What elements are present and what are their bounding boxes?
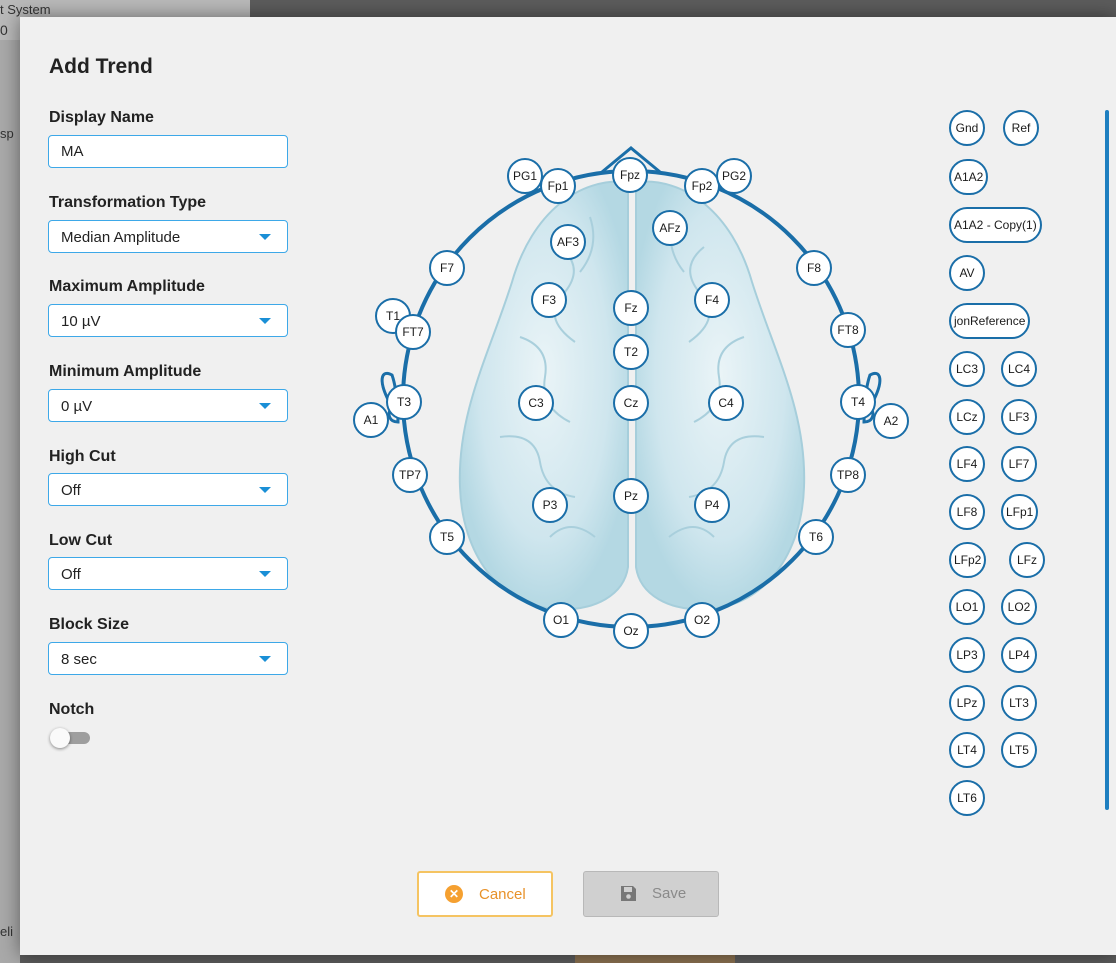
reference-item[interactable]: A1A2 - Copy(1) [949,207,1042,243]
reference-item[interactable]: jonReference [949,303,1031,339]
electrode-t5[interactable]: T5 [429,519,465,555]
electrode-cz[interactable]: Cz [613,385,649,421]
electrode-c4[interactable]: C4 [708,385,744,421]
save-icon [621,886,636,901]
reference-item[interactable]: LT3 [1001,685,1037,721]
electrode-o2[interactable]: O2 [684,602,720,638]
electrode-t3[interactable]: T3 [386,384,422,420]
background-title-text: t System [0,2,51,17]
reference-item[interactable]: LCz [949,399,985,435]
add-trend-dialog: Add Trend Display Name Transformation Ty… [20,17,1116,955]
reference-item[interactable]: LFz [1009,542,1045,578]
electrode-oz[interactable]: Oz [613,613,649,649]
reference-item[interactable]: Gnd [949,110,985,146]
electrode-af3[interactable]: AF3 [550,224,586,260]
save-button[interactable]: Save [583,871,719,917]
electrode-a1[interactable]: A1 [353,402,389,438]
electrode-t2[interactable]: T2 [613,334,649,370]
reference-item[interactable]: LPz [949,685,985,721]
electrode-tp8[interactable]: TP8 [830,457,866,493]
background-bar [575,955,735,963]
electrode-fp2[interactable]: Fp2 [684,168,720,204]
background-text-fragment: sp [0,126,14,141]
electrode-f7[interactable]: F7 [429,250,465,286]
electrode-o1[interactable]: O1 [543,602,579,638]
reference-item[interactable]: LP3 [949,637,985,673]
electrode-pz[interactable]: Pz [613,478,649,514]
electrode-p4[interactable]: P4 [694,487,730,523]
electrode-f4[interactable]: F4 [694,282,730,318]
reference-item[interactable]: LF7 [1001,446,1037,482]
reference-item[interactable]: LO1 [949,589,985,625]
electrode-pg2[interactable]: PG2 [716,158,752,194]
electrode-ft8[interactable]: FT8 [830,312,866,348]
reference-item[interactable]: LP4 [1001,637,1037,673]
electrode-fpz[interactable]: Fpz [612,157,648,193]
reference-item[interactable]: AV [949,255,985,291]
electrode-afz[interactable]: AFz [652,210,688,246]
reference-item[interactable]: Ref [1003,110,1039,146]
electrode-tp7[interactable]: TP7 [392,457,428,493]
save-button-label: Save [652,885,687,902]
reference-list-scrollbar[interactable] [1105,110,1109,810]
close-circle-icon: ✕ [445,885,463,903]
background-panel [0,40,20,963]
background-value: 0 [0,22,8,38]
reference-item[interactable]: LFp1 [1001,494,1039,530]
electrode-ft7[interactable]: FT7 [395,314,431,350]
head-diagram [380,146,882,629]
reference-item[interactable]: LC4 [1001,351,1037,387]
electrode-c3[interactable]: C3 [518,385,554,421]
reference-item[interactable]: LF8 [949,494,985,530]
electrode-f3[interactable]: F3 [531,282,567,318]
electrode-t6[interactable]: T6 [798,519,834,555]
electrode-fp1[interactable]: Fp1 [540,168,576,204]
reference-item[interactable]: A1A2 [949,159,989,195]
reference-item[interactable]: LF4 [949,446,985,482]
reference-item[interactable]: LT4 [949,732,985,768]
reference-item[interactable]: LT6 [949,780,985,816]
reference-item[interactable]: LT5 [1001,732,1037,768]
electrode-f8[interactable]: F8 [796,250,832,286]
electrode-t4[interactable]: T4 [840,384,876,420]
electrode-pg1[interactable]: PG1 [507,158,543,194]
reference-item[interactable]: LFp2 [949,542,987,578]
cancel-button-label: Cancel [479,886,526,903]
reference-item[interactable]: LF3 [1001,399,1037,435]
electrode-fz[interactable]: Fz [613,290,649,326]
electrode-a2[interactable]: A2 [873,403,909,439]
reference-item[interactable]: LO2 [1001,589,1037,625]
cancel-button[interactable]: ✕ Cancel [417,871,553,917]
background-text-fragment: eli [0,924,14,939]
reference-item[interactable]: LC3 [949,351,985,387]
electrode-p3[interactable]: P3 [532,487,568,523]
